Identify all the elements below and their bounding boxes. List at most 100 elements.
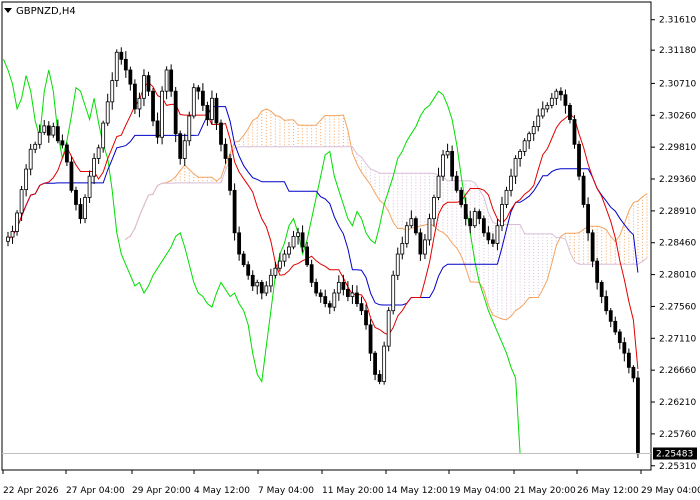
candle-body — [246, 264, 251, 276]
cloud-dot — [419, 182, 421, 184]
cloud-dot — [469, 267, 471, 269]
candle-body — [164, 69, 169, 92]
cloud-dot — [583, 262, 585, 264]
cloud-dot — [506, 245, 508, 247]
cloud-dot — [252, 123, 254, 125]
cloud-dot — [533, 257, 535, 259]
cloud-dot — [451, 195, 453, 197]
cloud-dot — [587, 241, 589, 243]
cloud-dot — [619, 244, 621, 246]
candle-body — [513, 158, 518, 177]
cloud-dot — [637, 254, 639, 256]
cloud-dot — [510, 290, 512, 292]
cloud-dot — [297, 130, 299, 132]
candle-body — [142, 75, 146, 99]
cloud-dot — [533, 251, 535, 253]
cloud-dot — [379, 194, 381, 196]
candle-body — [55, 126, 60, 142]
cloud-dot — [383, 194, 385, 196]
cloud-dot — [519, 290, 521, 292]
cloud-dot — [496, 254, 498, 256]
cloud-dot — [533, 281, 535, 283]
cloud-dot — [646, 199, 648, 201]
cloud-dot — [501, 236, 503, 238]
cloud-dot — [478, 264, 480, 266]
cloud-dot — [587, 259, 589, 261]
cloud-dot — [483, 244, 485, 246]
cloud-dot — [474, 203, 476, 205]
cloud-dot — [428, 191, 430, 193]
cloud-dot — [628, 246, 630, 248]
cloud-dot — [306, 128, 308, 130]
candle-body — [413, 218, 418, 234]
cloud-dot — [587, 253, 589, 255]
cloud-dot — [623, 247, 625, 249]
cloud-dot — [424, 200, 426, 202]
cloud-dot — [537, 257, 539, 259]
candle-body — [486, 232, 491, 241]
cloud-dot — [492, 228, 494, 230]
cloud-dot — [546, 236, 548, 238]
cloud-dot — [637, 215, 639, 217]
cloud-dot — [342, 133, 344, 135]
cloud-dot — [487, 272, 489, 274]
cloud-dot — [438, 208, 440, 210]
cloud-dot — [515, 296, 517, 298]
cloud-dot — [506, 296, 508, 298]
cloud-dot — [388, 194, 390, 196]
cloud-dot — [637, 209, 639, 211]
cloud-dot — [501, 314, 503, 316]
cloud-dot — [546, 239, 548, 241]
cloud-dot — [483, 265, 485, 267]
cloud-dot — [401, 212, 403, 214]
cloud-dot — [433, 188, 435, 190]
cloud-dot — [243, 138, 245, 140]
cloud-dot — [297, 142, 299, 144]
cloud-dot — [315, 140, 317, 142]
cloud-dot — [333, 130, 335, 132]
cloud-dot — [406, 215, 408, 217]
cloud-dot — [428, 176, 430, 178]
cloud-dot — [492, 270, 494, 272]
cloud-dot — [188, 172, 190, 174]
cloud-dot — [283, 126, 285, 128]
cloud-dot — [623, 256, 625, 258]
cloud-dot — [632, 247, 634, 249]
candle-body — [472, 211, 477, 227]
cloud-dot — [469, 240, 471, 242]
cloud-dot — [419, 188, 421, 190]
candle-body — [19, 189, 24, 214]
cloud-dot — [623, 253, 625, 255]
cloud-dot — [474, 206, 476, 208]
cloud-dot — [456, 213, 458, 215]
cloud-dot — [583, 256, 585, 258]
cloud-dot — [510, 227, 512, 229]
cloud-dot — [623, 226, 625, 228]
candle-body — [549, 97, 554, 106]
candle-body — [74, 189, 78, 205]
cloud-dot — [374, 176, 376, 178]
cloud-dot — [646, 205, 648, 207]
cloud-dot — [392, 212, 394, 214]
cloud-dot — [447, 234, 449, 236]
cloud-dot — [496, 287, 498, 289]
cloud-dot — [501, 281, 503, 283]
cloud-dot — [406, 206, 408, 208]
cloud-dot — [646, 250, 648, 252]
cloud-dot — [478, 207, 480, 209]
cloud-dot — [587, 250, 589, 252]
cloud-dot — [419, 197, 421, 199]
cloud-dot — [342, 136, 344, 138]
candle-body — [291, 235, 296, 248]
cloud-dot — [492, 291, 494, 293]
cloud-dot — [315, 131, 317, 133]
cloud-dot — [392, 182, 394, 184]
candle-body — [568, 104, 572, 120]
cloud-dot — [524, 299, 526, 301]
cloud-dot — [406, 188, 408, 190]
cloud-dot — [451, 186, 453, 188]
cloud-dot — [515, 305, 517, 307]
cloud-dot — [623, 262, 625, 264]
x-tick-label: 21 May 20:00 — [514, 486, 576, 496]
cloud-dot — [279, 131, 281, 133]
